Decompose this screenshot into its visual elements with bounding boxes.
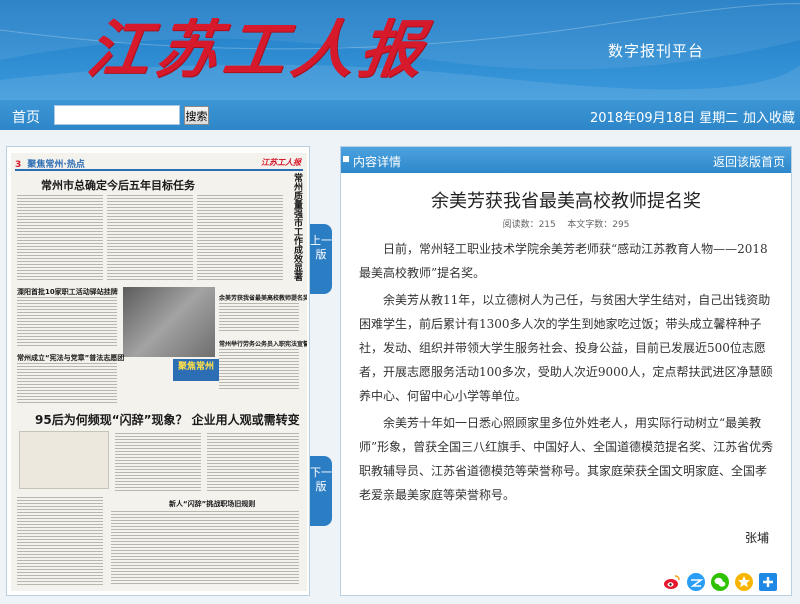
back-to-page-link[interactable]: 返回该版首页: [713, 153, 785, 170]
page-text-block: [17, 497, 103, 585]
nav-bar: 首页 搜索 2018年09月18日 星期二 加入收藏: [0, 100, 800, 130]
page-vertical-headline[interactable]: 常州质量强市工作成效显著: [290, 173, 302, 281]
page-headline-2[interactable]: 溧阳首批10家职工活动驿站挂牌: [17, 287, 118, 297]
article-author: 张埔: [744, 531, 769, 545]
share-bar: [663, 571, 778, 591]
page-text-block: [17, 297, 117, 347]
page-text-block: [107, 195, 193, 281]
search-button[interactable]: 搜索: [184, 106, 209, 125]
current-date: 2018年09月18日 星期二: [590, 111, 739, 126]
page-text-block: [207, 433, 299, 493]
page-sub-headline-1[interactable]: 余美芳获我省最美高校教师提名奖: [219, 293, 307, 302]
page-section: 聚焦常州·热点: [27, 160, 85, 170]
page-photo: [123, 287, 215, 357]
page-banner: 聚焦常州: [173, 359, 219, 381]
site-header: 江苏工人报 数字报刊平台: [0, 0, 800, 100]
search-input[interactable]: [54, 105, 180, 125]
prev-page-tab[interactable]: 上一版: [310, 224, 332, 294]
page-text-block: [219, 349, 299, 389]
page-number: 3: [15, 160, 22, 170]
article-header-bar: 内容详情 返回该版首页: [341, 147, 791, 173]
article-paragraph: 余美芳十年如一日悉心照顾家里多位外姓老人，用实际行动树立“最美教师”形象，曾获全…: [359, 416, 774, 502]
more-share-icon[interactable]: [759, 572, 778, 591]
article-paragraph: 余美芳从教11年，以立德树人为己任，与贫困大学生结对，自己出钱资助困难学生，前后…: [359, 293, 773, 403]
bar-bullet-icon: [343, 156, 349, 162]
page-sub-headline-2[interactable]: 常州举行劳务公务员入职宪法宣誓: [219, 339, 307, 348]
page-headline-3[interactable]: 常州成立“宪法与党章”普法志愿团: [17, 353, 124, 363]
page-headline-4[interactable]: 95后为何频现“闪辞”现象？ 企业用人观或需转变: [35, 411, 300, 428]
qzone-icon[interactable]: [687, 572, 706, 591]
page-text-block: [17, 363, 117, 403]
add-favorite-link[interactable]: 加入收藏: [743, 107, 795, 126]
next-page-tab[interactable]: 下一版: [310, 456, 332, 526]
word-count: 本文字数：295: [567, 220, 630, 230]
content-detail-label: 内容详情: [353, 155, 402, 169]
page-text-block: [115, 433, 201, 493]
favorite-star-icon[interactable]: [735, 572, 754, 591]
article-body: 日前，常州轻工职业技术学院余美芳老师获“感动江苏教育人物——2018最美高校教师…: [359, 237, 777, 510]
page-text-block: [111, 511, 299, 585]
page-headline-5[interactable]: 新人“闪辞”挑战职场旧规则: [169, 499, 255, 509]
read-count: 阅读数：215: [502, 220, 556, 230]
newspaper-page-image[interactable]: 3 聚焦常州·热点 江苏工人报 常州市总确定今后五年目标任务 常州质量强市工作成…: [11, 153, 307, 591]
wechat-icon[interactable]: [711, 572, 730, 591]
page-text-block: [219, 303, 299, 333]
page-cartoon: [19, 431, 109, 489]
article-title: 余美芳获我省最美高校教师提名奖: [431, 191, 701, 212]
page-headline-main[interactable]: 常州市总确定今后五年目标任务: [41, 177, 195, 193]
platform-title: 数字报刊平台: [608, 42, 705, 60]
article-meta: 阅读数：215 本文字数：295: [341, 217, 791, 230]
newspaper-logo[interactable]: 江苏工人报: [83, 12, 434, 88]
newspaper-page-panel: 3 聚焦常州·热点 江苏工人报 常州市总确定今后五年目标任务 常州质量强市工作成…: [6, 146, 310, 596]
weibo-icon[interactable]: [663, 573, 681, 591]
page-header: 3 聚焦常州·热点 江苏工人报: [15, 157, 303, 171]
article-panel: 内容详情 返回该版首页 余美芳获我省最美高校教师提名奖 阅读数：215 本文字数…: [340, 146, 792, 596]
nav-home-link[interactable]: 首页: [12, 107, 40, 127]
article-paragraph: 日前，常州轻工职业技术学院余美芳老师获“感动江苏教育人物——2018最美高校教师…: [359, 242, 768, 280]
page-text-block: [197, 195, 283, 281]
page-text-block: [17, 195, 103, 281]
page-mini-logo: 江苏工人报: [261, 158, 301, 167]
